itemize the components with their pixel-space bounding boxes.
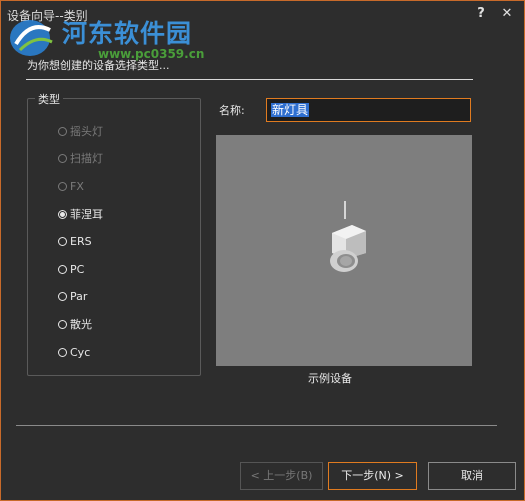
name-label: 名称:	[219, 104, 245, 117]
radio-unchecked-icon[interactable]	[58, 347, 67, 357]
type-option[interactable]: 散光	[58, 316, 92, 332]
type-option-label: FX	[70, 179, 84, 193]
watermark-text: 河东软件园	[62, 19, 193, 48]
fixture-preview-image	[330, 201, 366, 272]
bottom-divider	[16, 425, 497, 426]
type-option-label: Par	[70, 289, 88, 303]
type-option-label: Cyc	[70, 345, 91, 359]
type-option-label: 扫描灯	[70, 152, 103, 165]
radio-unchecked-icon	[58, 181, 67, 191]
close-button[interactable]: ✕	[496, 5, 518, 23]
previous-button[interactable]: < 上一步(B)	[240, 462, 323, 490]
preview-panel	[216, 135, 472, 366]
top-divider	[26, 79, 473, 80]
preview-caption: 示例设备	[308, 372, 352, 385]
radio-unchecked-icon[interactable]	[58, 291, 67, 301]
type-option[interactable]: Par	[58, 288, 87, 304]
type-option-label: ERS	[70, 234, 92, 248]
next-button[interactable]: 下一步(N) >	[328, 462, 417, 490]
radio-unchecked-icon	[58, 153, 67, 163]
watermark-logo-icon	[10, 20, 53, 56]
type-option[interactable]: ERS	[58, 233, 92, 249]
type-option[interactable]: 菲涅耳	[58, 206, 103, 222]
type-option-label: PC	[70, 262, 85, 276]
radio-unchecked-icon	[58, 126, 67, 136]
type-option: 扫描灯	[58, 150, 103, 166]
name-input[interactable]: 新灯具	[266, 98, 471, 122]
radio-unchecked-icon[interactable]	[58, 264, 67, 274]
type-option: 摇头灯	[58, 123, 103, 139]
help-button[interactable]: ?	[470, 5, 492, 23]
type-option-label: 摇头灯	[70, 125, 103, 138]
radio-checked-icon[interactable]	[58, 209, 67, 219]
type-group-label: 类型	[35, 91, 63, 107]
radio-unchecked-icon[interactable]	[58, 319, 67, 329]
type-group-box	[27, 98, 201, 376]
type-option[interactable]: Cyc	[58, 344, 90, 360]
type-option-label: 散光	[70, 318, 92, 331]
radio-unchecked-icon[interactable]	[58, 236, 67, 246]
type-option-label: 菲涅耳	[70, 208, 103, 221]
prompt-text: 为你想创建的设备选择类型...	[27, 59, 170, 72]
type-option[interactable]: PC	[58, 261, 84, 277]
type-option: FX	[58, 178, 84, 194]
cancel-button[interactable]: 取消	[428, 462, 516, 490]
name-input-value: 新灯具	[271, 103, 310, 117]
